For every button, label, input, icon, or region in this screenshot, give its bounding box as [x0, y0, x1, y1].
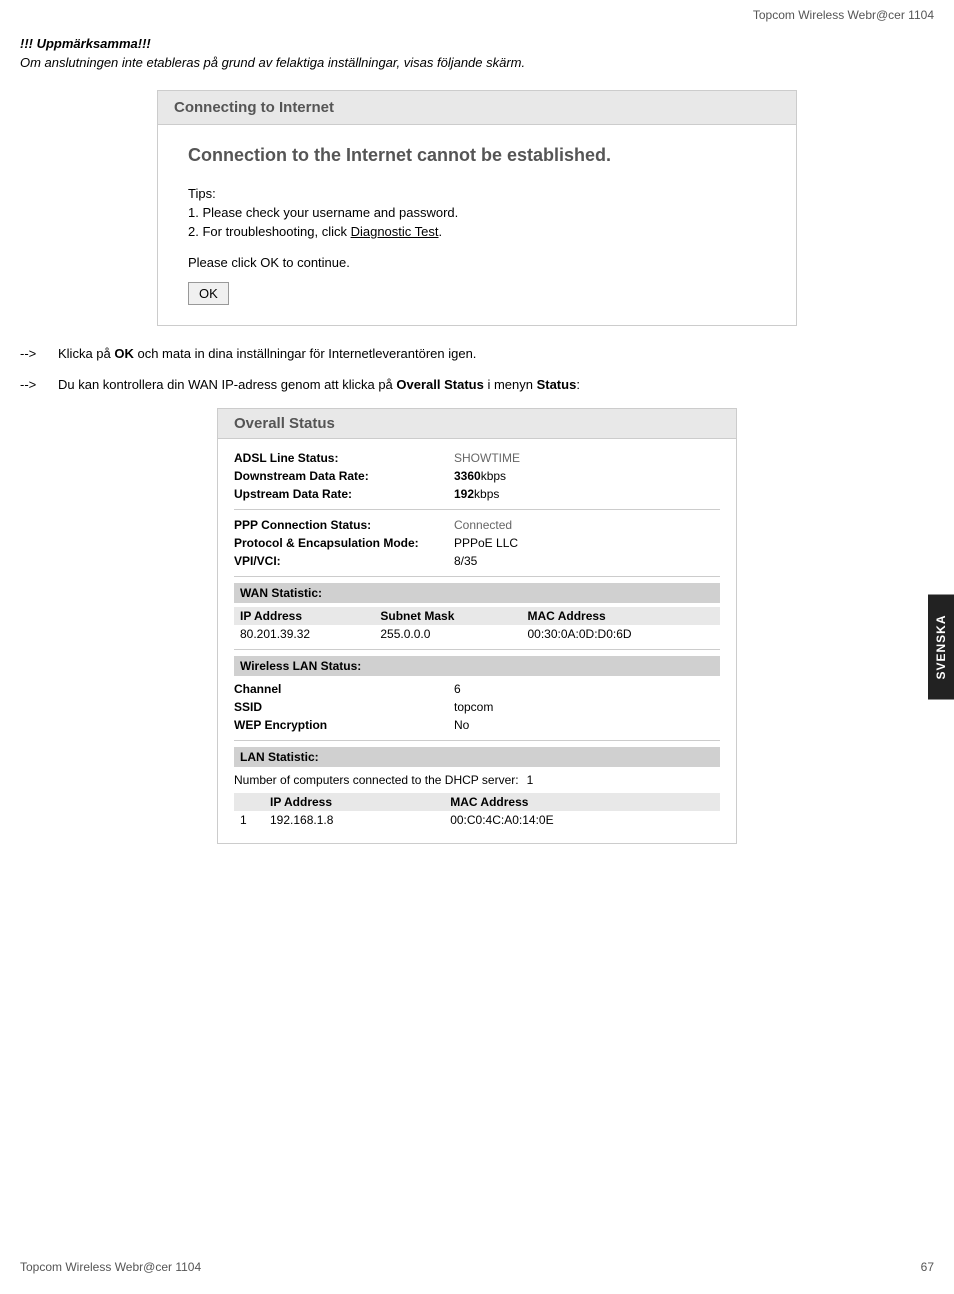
arrow-1: --> — [20, 346, 50, 361]
lan-mac-value: 00:C0:4C:A0:14:0E — [444, 811, 720, 829]
channel-label: Channel — [234, 682, 454, 696]
overall-status-bold: Overall Status — [396, 377, 483, 392]
instruction-1: --> Klicka på OK och mata in dina instäl… — [20, 346, 934, 361]
dhcp-count-label: Number of computers connected to the DHC… — [234, 773, 519, 787]
lan-col-num — [234, 793, 264, 811]
ppp-status-label: PPP Connection Status: — [234, 518, 454, 532]
ssid-value: topcom — [454, 700, 493, 714]
overall-status-box: Overall Status ADSL Line Status: SHOWTIM… — [217, 408, 737, 844]
downstream-rate-row: Downstream Data Rate: 3360kbps — [234, 467, 720, 485]
lan-ip-value: 192.168.1.8 — [264, 811, 444, 829]
channel-value: 6 — [454, 682, 461, 696]
ssid-label: SSID — [234, 700, 454, 714]
wan-table-header-row: IP Address Subnet Mask MAC Address — [234, 607, 720, 625]
lan-data-row: 1 192.168.1.8 00:C0:4C:A0:14:0E — [234, 811, 720, 829]
status-bold: Status — [537, 377, 577, 392]
divider-2 — [234, 576, 720, 577]
lan-table-header-row: IP Address MAC Address — [234, 793, 720, 811]
ppp-status-row: PPP Connection Status: Connected — [234, 516, 720, 534]
connecting-header: Connecting to Internet — [158, 91, 796, 125]
instruction-2-text: Du kan kontrollera din WAN IP-adress gen… — [58, 377, 580, 392]
upstream-rate-row: Upstream Data Rate: 192kbps — [234, 485, 720, 503]
wan-col-mac: MAC Address — [521, 607, 720, 625]
header-title: Topcom Wireless Webr@cer 1104 — [753, 8, 934, 22]
connecting-box: Connecting to Internet Connection to the… — [157, 90, 797, 326]
downstream-rate-value: 3360kbps — [454, 469, 506, 483]
connection-error-title: Connection to the Internet cannot be est… — [188, 145, 766, 166]
wan-subnet-value: 255.0.0.0 — [374, 625, 521, 643]
divider-1 — [234, 509, 720, 510]
protocol-row: Protocol & Encapsulation Mode: PPPoE LLC — [234, 534, 720, 552]
lan-col-mac: MAC Address — [444, 793, 720, 811]
tip2-suffix: . — [439, 224, 443, 239]
divider-3 — [234, 649, 720, 650]
main-content: !!! Uppmärksamma!!! Om anslutningen inte… — [0, 26, 954, 920]
protocol-value: PPPoE LLC — [454, 536, 518, 550]
lan-table: IP Address MAC Address 1 192.168.1.8 00:… — [234, 793, 720, 829]
wep-row: WEP Encryption No — [234, 716, 720, 734]
vpivci-label: VPI/VCI: — [234, 554, 454, 568]
tip2: 2. For troubleshooting, click Diagnostic… — [188, 224, 766, 239]
downstream-rate-label: Downstream Data Rate: — [234, 469, 454, 483]
lan-col-ip: IP Address — [264, 793, 444, 811]
page-header: Topcom Wireless Webr@cer 1104 — [0, 0, 954, 26]
please-click-text: Please click OK to continue. — [188, 255, 766, 270]
wan-statistic-table: IP Address Subnet Mask MAC Address 80.20… — [234, 607, 720, 643]
adsl-line-status-label: ADSL Line Status: — [234, 451, 454, 465]
ssid-row: SSID topcom — [234, 698, 720, 716]
tips-section: Tips: 1. Please check your username and … — [188, 186, 766, 239]
wan-data-row: 80.201.39.32 255.0.0.0 00:30:0A:0D:D0:6D — [234, 625, 720, 643]
warning-title: !!! Uppmärksamma!!! — [20, 36, 934, 51]
overall-status-body: ADSL Line Status: SHOWTIME Downstream Da… — [218, 439, 736, 843]
tip2-prefix: 2. For troubleshooting, click — [188, 224, 351, 239]
page-footer: Topcom Wireless Webr@cer 1104 67 — [0, 1260, 954, 1274]
wireless-lan-header: Wireless LAN Status: — [234, 656, 720, 676]
instruction-2: --> Du kan kontrollera din WAN IP-adress… — [20, 377, 934, 392]
vpivci-value: 8/35 — [454, 554, 477, 568]
footer-right: 67 — [921, 1260, 934, 1274]
wan-statistic-header: WAN Statistic: — [234, 583, 720, 603]
warning-section: !!! Uppmärksamma!!! Om anslutningen inte… — [20, 36, 934, 70]
wan-mac-value: 00:30:0A:0D:D0:6D — [521, 625, 720, 643]
wep-value: No — [454, 718, 469, 732]
adsl-line-status-row: ADSL Line Status: SHOWTIME — [234, 449, 720, 467]
overall-status-header: Overall Status — [218, 409, 736, 439]
ok-bold: OK — [114, 346, 134, 361]
vpivci-row: VPI/VCI: 8/35 — [234, 552, 720, 570]
tips-label: Tips: — [188, 186, 766, 201]
wep-label: WEP Encryption — [234, 718, 454, 732]
arrow-2: --> — [20, 377, 50, 392]
upstream-rate-value: 192kbps — [454, 487, 499, 501]
divider-4 — [234, 740, 720, 741]
lan-statistic-header: LAN Statistic: — [234, 747, 720, 767]
dhcp-count-row: Number of computers connected to the DHC… — [234, 771, 720, 789]
lan-row-num: 1 — [234, 811, 264, 829]
instruction-1-text: Klicka på OK och mata in dina inställnin… — [58, 346, 476, 361]
diagnostic-test-link[interactable]: Diagnostic Test — [351, 224, 439, 239]
wan-ip-value: 80.201.39.32 — [234, 625, 374, 643]
ppp-status-value: Connected — [454, 518, 512, 532]
channel-row: Channel 6 — [234, 680, 720, 698]
dhcp-count-value: 1 — [527, 773, 534, 787]
warning-subtitle: Om anslutningen inte etableras på grund … — [20, 55, 934, 70]
adsl-line-status-value: SHOWTIME — [454, 451, 520, 465]
side-tab: SVENSKA — [928, 594, 954, 699]
upstream-rate-label: Upstream Data Rate: — [234, 487, 454, 501]
connecting-body: Connection to the Internet cannot be est… — [158, 125, 796, 325]
wan-col-ip: IP Address — [234, 607, 374, 625]
footer-left: Topcom Wireless Webr@cer 1104 — [20, 1260, 201, 1274]
wan-col-subnet: Subnet Mask — [374, 607, 521, 625]
ok-button[interactable]: OK — [188, 282, 229, 305]
tip1: 1. Please check your username and passwo… — [188, 205, 766, 220]
protocol-label: Protocol & Encapsulation Mode: — [234, 536, 454, 550]
